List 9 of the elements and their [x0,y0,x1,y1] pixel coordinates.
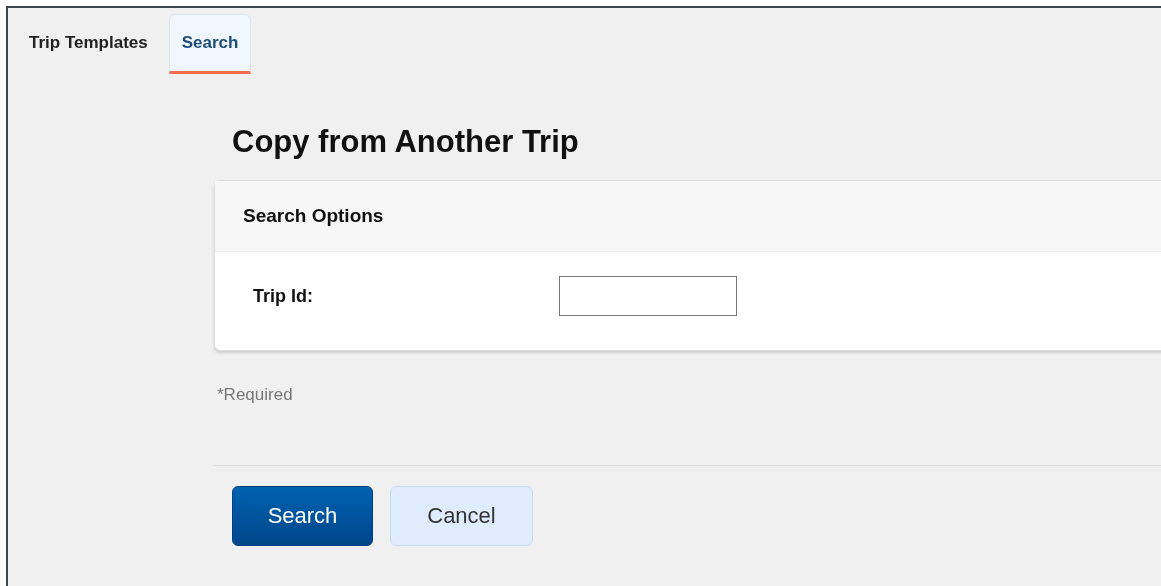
tab[interactable]: Trip Templates [16,14,161,74]
cancel-button[interactable]: Cancel [390,486,533,546]
required-note: *Required [217,385,294,405]
trip-id-field[interactable] [559,276,737,316]
tab[interactable]: Search [168,14,252,74]
panel-title: Search Options [215,181,1161,252]
field-label: Trip Id: [253,285,314,307]
search-button[interactable]: Search [232,486,373,546]
page-title: Copy from Another Trip [232,124,580,160]
